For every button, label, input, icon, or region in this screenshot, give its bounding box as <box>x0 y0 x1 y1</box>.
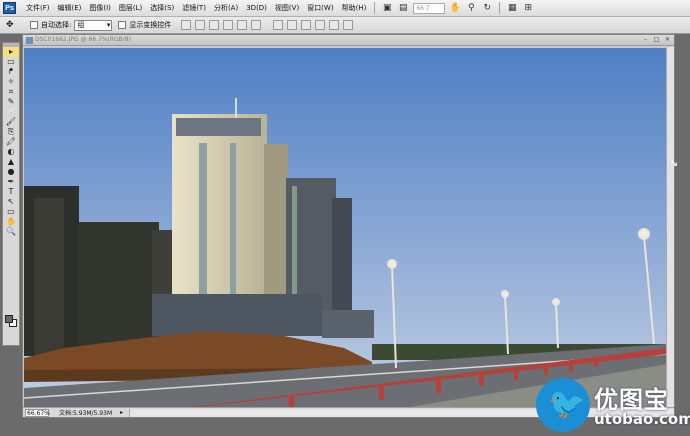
document-window: DSC01662.JPG @ 66.7%(RGB/8) – □ ✕ 66.67%… <box>22 34 675 418</box>
healing-brush-tool[interactable]: 🩹 <box>3 107 19 117</box>
align-top-icon[interactable] <box>181 20 192 30</box>
align-vcenter-icon[interactable] <box>195 20 206 30</box>
type-tool[interactable]: T <box>3 187 19 197</box>
auto-select-label: 自动选择: <box>41 21 72 29</box>
eyedropper-tool[interactable]: ✎ <box>3 97 19 107</box>
menu-window[interactable]: 窗口(W) <box>303 3 337 13</box>
photoshop-logo: Ps <box>3 2 16 14</box>
auto-select-dropdown[interactable]: 组 <box>74 19 113 31</box>
menu-view[interactable]: 视图(V) <box>271 3 303 13</box>
photoshop-window: Ps 文件(F) 编辑(E) 图像(I) 图层(L) 选择(S) 滤镜(T) 分… <box>0 0 690 436</box>
lasso-tool[interactable]: ᖰ <box>3 67 19 77</box>
menu-edit[interactable]: 编辑(E) <box>54 3 86 13</box>
move-tool-icon[interactable]: ✥ <box>6 20 24 30</box>
menu-image[interactable]: 图像(I) <box>85 3 115 13</box>
document-size-info: 文档:5.93M/5.93M <box>59 410 113 417</box>
distribute-left-icon[interactable] <box>315 20 326 30</box>
options-bar: ✥ 自动选择: 组 显示变换控件 <box>0 17 690 34</box>
document-icon <box>26 37 33 44</box>
foreground-color-swatch[interactable] <box>5 315 13 323</box>
distribute-hcenter-icon[interactable] <box>329 20 340 30</box>
auto-select-checkbox[interactable] <box>30 21 38 29</box>
arrange-icon[interactable]: ▤ <box>397 3 409 14</box>
distribute-right-icon[interactable] <box>343 20 354 30</box>
menu-select[interactable]: 选择(S) <box>146 3 178 13</box>
distribute-vcenter-icon[interactable] <box>287 20 298 30</box>
close-icon[interactable]: ✕ <box>663 36 672 44</box>
clone-stamp-tool[interactable]: ⎘ <box>3 127 19 137</box>
marquee-tool[interactable]: ▭ <box>3 57 19 67</box>
eraser-tool[interactable]: ◐ <box>3 147 19 157</box>
resize-cursor-icon: ↘ <box>669 156 679 169</box>
window-buttons: – □ ✕ <box>639 36 672 44</box>
screen-mode-icon[interactable]: ▦ <box>506 3 518 14</box>
image-canvas[interactable] <box>24 48 668 408</box>
maximize-icon[interactable]: □ <box>652 36 661 44</box>
bird-icon: 🐦 <box>548 387 586 422</box>
bridge-icon[interactable]: ▣ <box>381 3 393 14</box>
status-zoom-field[interactable]: 66.67% <box>25 408 50 417</box>
menu-3d[interactable]: 3D(D) <box>242 4 271 12</box>
menu-layer[interactable]: 图层(L) <box>115 3 146 13</box>
history-brush-tool[interactable]: 🖍 <box>3 137 19 147</box>
distribute-bottom-icon[interactable] <box>301 20 312 30</box>
align-right-icon[interactable] <box>251 20 262 30</box>
zoom-level-field[interactable]: 66.7 <box>413 2 446 14</box>
status-menu-arrow-icon[interactable]: ▸ <box>120 409 123 416</box>
zoom-tool[interactable]: 🔍 <box>3 227 19 237</box>
align-hcenter-icon[interactable] <box>237 20 248 30</box>
rotate-icon[interactable]: ↻ <box>481 3 493 14</box>
magic-wand-tool[interactable]: ✧ <box>3 77 19 87</box>
toolbox: ▸ ▭ ᖰ ✧ ⌗ ✎ 🩹 🖌 ⎘ 🖍 ◐ ▲ ● ✒ T ↖ ▭ ✋ 🔍 <box>2 42 20 346</box>
align-bottom-icon[interactable] <box>209 20 220 30</box>
menu-analysis[interactable]: 分析(A) <box>210 3 242 13</box>
menu-help[interactable]: 帮助(H) <box>338 3 371 13</box>
move-tool[interactable]: ▸ <box>3 47 19 57</box>
vertical-scrollbar[interactable] <box>666 47 674 409</box>
photo-city-street <box>24 48 668 408</box>
menu-separator <box>374 2 376 14</box>
watermark-domain-text: utobao.com <box>594 410 690 428</box>
watermark: 🐦 优图宝 utobao.com <box>536 378 690 434</box>
hand-icon[interactable]: ✋ <box>449 3 461 14</box>
distribute-top-icon[interactable] <box>273 20 284 30</box>
pen-tool[interactable]: ✒ <box>3 177 19 187</box>
align-left-icon[interactable] <box>223 20 234 30</box>
distribute-buttons <box>271 20 355 30</box>
menu-filter[interactable]: 滤镜(T) <box>178 3 210 13</box>
menu-file[interactable]: 文件(F) <box>22 3 54 13</box>
brush-tool[interactable]: 🖌 <box>3 117 19 127</box>
zoom-icon[interactable]: ⚲ <box>465 3 477 14</box>
shape-tool[interactable]: ▭ <box>3 207 19 217</box>
menu-separator <box>499 2 501 14</box>
gradient-tool[interactable]: ▲ <box>3 157 19 167</box>
menubar: Ps 文件(F) 编辑(E) 图像(I) 图层(L) 选择(S) 滤镜(T) 分… <box>0 0 690 17</box>
minimize-icon[interactable]: – <box>641 36 650 44</box>
document-title: DSC01662.JPG @ 66.7%(RGB/8) <box>35 36 131 43</box>
document-titlebar[interactable]: DSC01662.JPG @ 66.7%(RGB/8) – □ ✕ <box>23 35 674 46</box>
align-buttons <box>179 20 263 30</box>
show-transform-checkbox[interactable] <box>118 21 127 29</box>
dodge-tool[interactable]: ● <box>3 167 19 177</box>
path-select-tool[interactable]: ↖ <box>3 197 19 207</box>
extras-icon[interactable]: ⊞ <box>522 3 534 14</box>
show-transform-label: 显示变换控件 <box>129 21 172 29</box>
crop-tool[interactable]: ⌗ <box>3 87 19 97</box>
hand-tool[interactable]: ✋ <box>3 217 19 227</box>
